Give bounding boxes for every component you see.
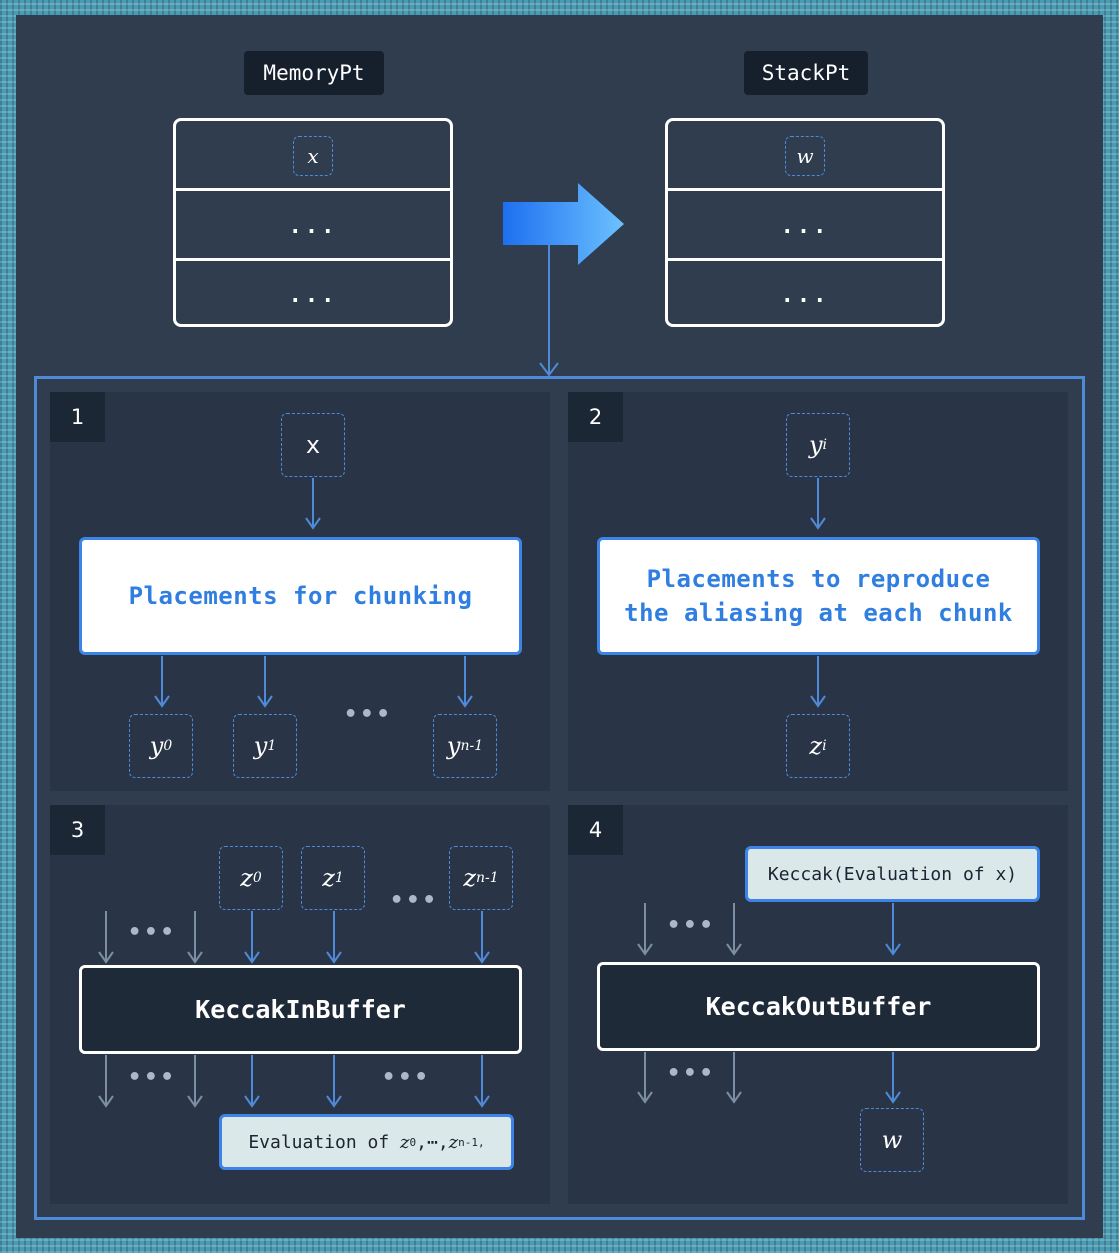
gray-arrows — [98, 903, 742, 1108]
blue-arrows — [154, 478, 901, 1108]
connector-arrows — [98, 478, 901, 1108]
